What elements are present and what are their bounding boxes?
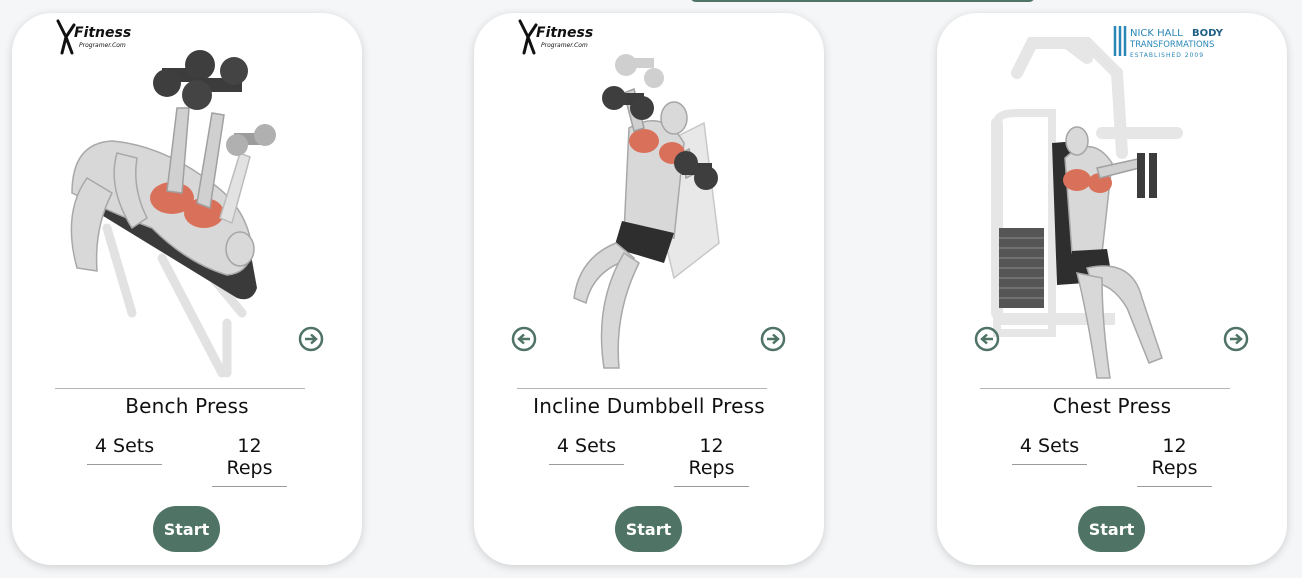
sets-count: 4 Sets bbox=[1012, 435, 1087, 465]
logo-text-main: Fitness bbox=[74, 25, 131, 41]
sets-count: 4 Sets bbox=[87, 435, 162, 465]
exercise-name: Incline Dumbbell Press bbox=[533, 394, 765, 418]
logo-text-sub: Programer.Com bbox=[79, 42, 126, 49]
start-button[interactable]: Start bbox=[1078, 506, 1145, 552]
logo-text-main: NICK HALL bbox=[1130, 28, 1183, 39]
logo-text-sub: Programer.Com bbox=[541, 42, 588, 49]
top-accent-bar bbox=[690, 0, 1035, 2]
exercise-card-incline-dumbbell-press: Fitness Programer.Com Incline Dumbbell P… bbox=[474, 13, 824, 565]
logo-text-established: ESTABLISHED 2009 bbox=[1130, 52, 1204, 59]
arrow-left-icon[interactable] bbox=[974, 326, 1000, 352]
arrow-right-icon[interactable] bbox=[760, 326, 786, 352]
card-divider bbox=[980, 388, 1230, 389]
fitness-programer-logo: Fitness Programer.Com bbox=[56, 19, 131, 55]
arrow-right-icon[interactable] bbox=[1223, 326, 1249, 352]
arrow-left-icon[interactable] bbox=[511, 326, 537, 352]
logo-text-main: Fitness bbox=[536, 25, 593, 41]
sets-count: 4 Sets bbox=[549, 435, 624, 465]
exercise-name: Bench Press bbox=[125, 394, 249, 418]
card-divider bbox=[517, 388, 767, 389]
start-button[interactable]: Start bbox=[615, 506, 682, 552]
card-divider bbox=[55, 388, 305, 389]
arrow-right-icon[interactable] bbox=[298, 326, 324, 352]
exercise-name: Chest Press bbox=[1052, 394, 1172, 418]
reps-count: 12 Reps bbox=[674, 435, 749, 487]
start-button[interactable]: Start bbox=[153, 506, 220, 552]
exercise-card-bench-press: Fitness Programer.Com Bench Press 4 Sets… bbox=[12, 13, 362, 565]
reps-count: 12 Reps bbox=[212, 435, 287, 487]
reps-count: 12 Reps bbox=[1137, 435, 1212, 487]
logo-text-sub: TRANSFORMATIONS bbox=[1129, 40, 1214, 50]
logo-text-body: BODY bbox=[1192, 28, 1224, 39]
nick-hall-body-transformations-logo: NICK HALL BODY TRANSFORMATIONS ESTABLISH… bbox=[1113, 26, 1224, 59]
exercise-card-chest-press: NICK HALL BODY TRANSFORMATIONS ESTABLISH… bbox=[937, 13, 1287, 565]
fitness-programer-logo: Fitness Programer.Com bbox=[518, 19, 593, 55]
